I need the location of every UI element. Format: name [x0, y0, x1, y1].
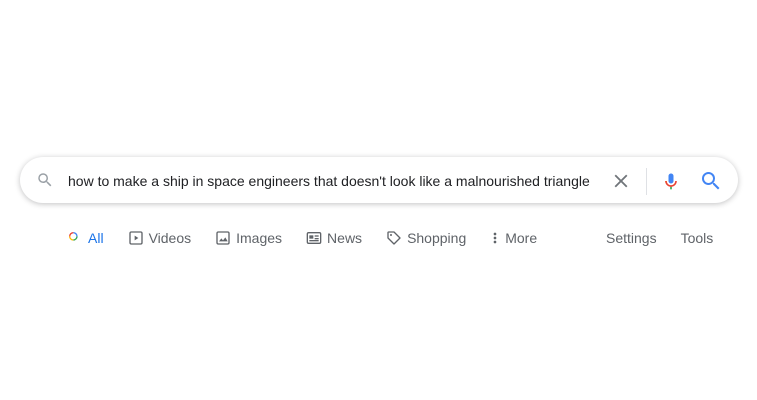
search-bar[interactable]: how to make a ship in space engineers th… — [20, 157, 738, 203]
search-multicolor-icon — [69, 232, 81, 243]
tab-images-label: Images — [236, 230, 283, 246]
tab-all[interactable]: All — [67, 226, 104, 250]
tab-news-label: News — [327, 230, 363, 246]
settings-link[interactable]: Settings — [606, 230, 657, 246]
tab-news[interactable]: News — [306, 226, 362, 250]
search-submit-icon[interactable] — [699, 169, 723, 193]
search-tabs: All Videos Images News Shopping More — [67, 226, 561, 250]
search-icon — [38, 173, 52, 187]
tools-link[interactable]: Tools — [681, 230, 714, 246]
play-icon — [128, 231, 143, 245]
search-input[interactable]: how to make a ship in space engineers th… — [68, 158, 598, 204]
search-results-page: how to make a ship in space engineers th… — [0, 0, 757, 400]
search-tools-bar: Settings Tools — [606, 226, 713, 250]
close-icon[interactable] — [610, 170, 632, 192]
tab-more[interactable]: More — [490, 226, 537, 250]
tab-all-label: All — [88, 230, 104, 246]
tag-icon — [387, 231, 401, 245]
tab-shopping[interactable]: Shopping — [386, 226, 466, 250]
image-icon — [216, 231, 230, 245]
search-divider — [646, 168, 647, 195]
news-icon — [306, 232, 322, 244]
more-vertical-icon — [493, 232, 497, 244]
tab-more-label: More — [505, 230, 538, 246]
tab-images[interactable]: Images — [215, 226, 282, 250]
tab-videos[interactable]: Videos — [128, 226, 192, 250]
tab-videos-label: Videos — [148, 230, 192, 246]
tab-shopping-label: Shopping — [407, 230, 467, 246]
microphone-icon[interactable] — [661, 169, 681, 193]
